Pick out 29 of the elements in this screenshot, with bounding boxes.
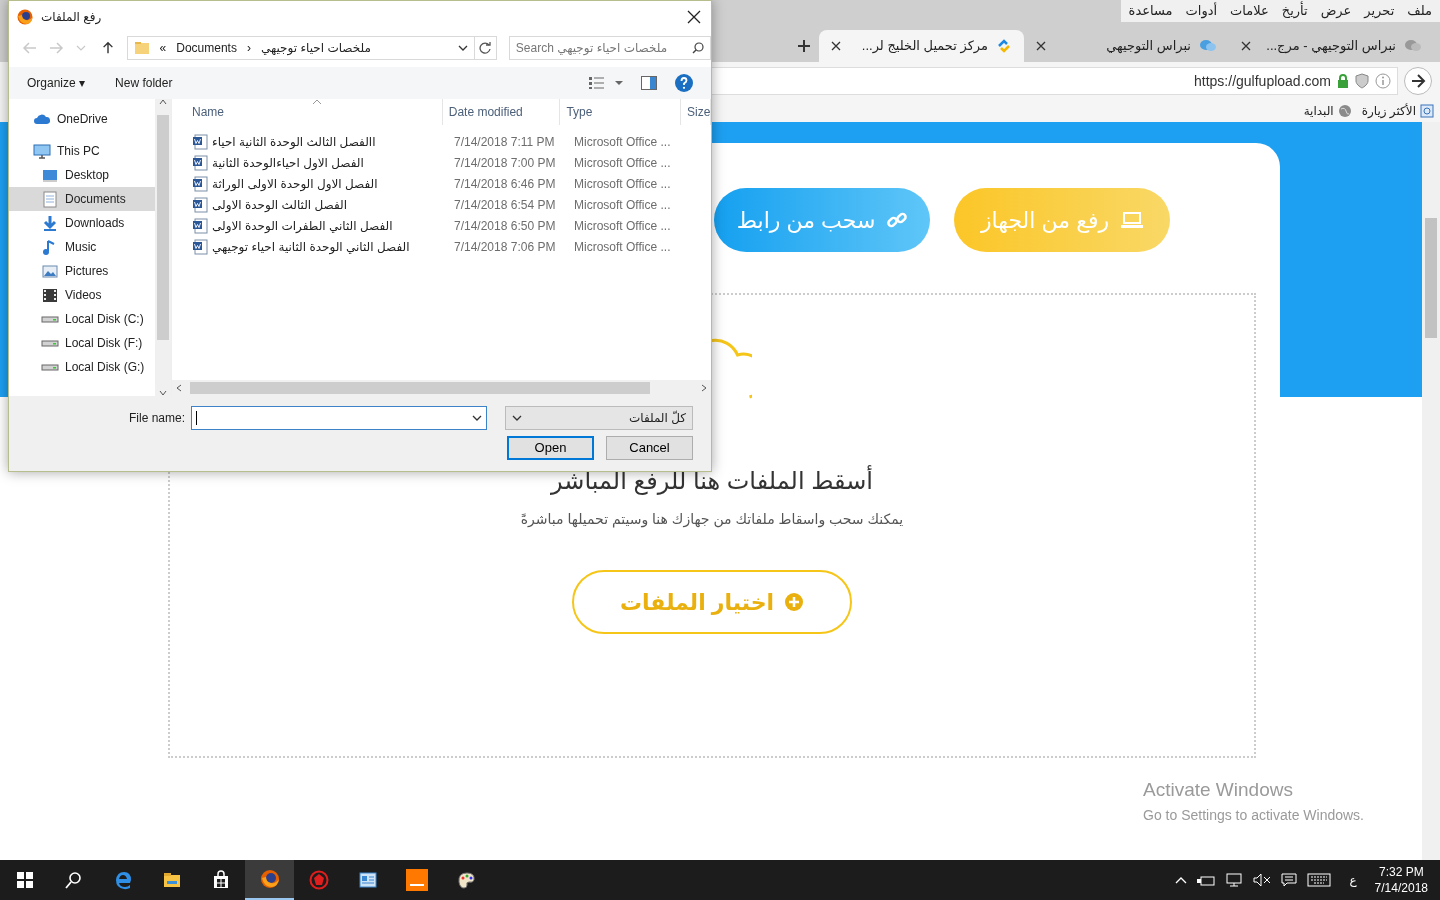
drop-heading: أسقط الملفات هنا للرفع المباشر xyxy=(551,464,873,497)
drop-hint: يمكنك سحب واسقاط ملفاتك من جهازك هنا وسيتم تحميلها مباشرةً xyxy=(520,510,904,530)
file-type: Microsoft Office ... xyxy=(573,238,672,256)
file-type: Microsoft Office ... xyxy=(573,217,672,235)
field-label: File name: xyxy=(128,410,185,427)
watermark-title: Activate Windows xyxy=(1143,778,1294,802)
file-date: 7/14/2018 6:46 PM xyxy=(453,175,557,193)
file-type: Microsoft Office ... xyxy=(573,196,672,214)
file-name: الفصل الاول الوحدة الاولى الوراثة xyxy=(212,175,378,193)
file-name: االفصل الثالث الوحدة الثانية احياء xyxy=(212,133,376,151)
file-date: 7/14/2018 7:00 PM xyxy=(453,154,557,172)
file-type: Microsoft Office ... xyxy=(573,133,672,151)
tab-title: نبراس التوجيهي xyxy=(1106,37,1191,56)
file-type: Microsoft Office ... xyxy=(573,154,672,172)
file-name: الفصل الثالث الوحدة الاولى xyxy=(212,196,348,214)
search-placeholder: Search ملخصات احياء توجيهي xyxy=(515,40,668,57)
file-name: الفصل الثاني الوحدة الثانية احياء توجيهي xyxy=(212,238,410,256)
file-date: 7/14/2018 7:11 PM xyxy=(453,133,556,151)
file-date: 7/14/2018 6:50 PM xyxy=(453,217,557,235)
file-name: الفصل الاول احياءالوحدة الثانية xyxy=(212,154,364,172)
dialog-title: رفع الملفات xyxy=(41,9,102,26)
file-name: الفصل الثاني الطفرات الوحدة الاولى xyxy=(212,217,393,235)
file-date: 7/14/2018 6:54 PM xyxy=(453,196,557,214)
tab-title: مركز تحميل الخليج لر... xyxy=(861,37,988,56)
tab-title: نبراس التوجيهي - مرج... xyxy=(1266,37,1396,56)
file-date: 7/14/2018 7:06 PM xyxy=(453,238,557,256)
url-text: https://gulfupload.com xyxy=(1194,71,1331,91)
watermark-text: Go to Settings to activate Windows. xyxy=(1143,805,1364,825)
file-type: Microsoft Office ... xyxy=(573,175,672,193)
